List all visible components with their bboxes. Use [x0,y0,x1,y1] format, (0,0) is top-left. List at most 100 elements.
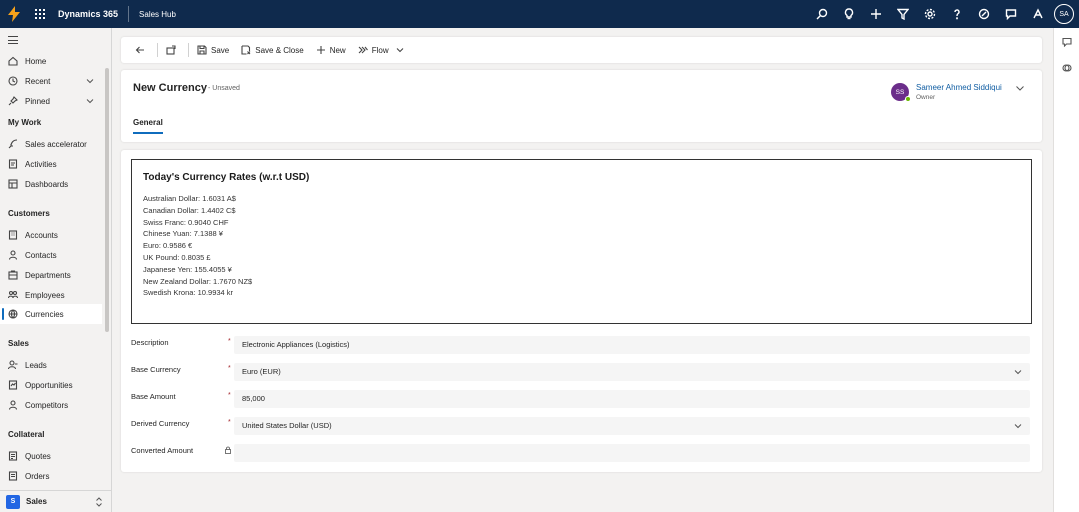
sidebar-item-label: Pinned [25,96,50,106]
chevron-down-icon[interactable] [86,97,94,105]
sidebar-item-sales-accelerator[interactable]: Sales accelerator [0,134,102,154]
rate-line: Euro: 0.9586 € [143,241,193,251]
description-label: Description [131,338,169,347]
sidebar-item-label: Leads [25,360,47,370]
rates-list: Australian Dollar: 1.6031 A$ Canadian Do… [143,193,252,299]
globe-icon [8,309,18,319]
sidebar-item-contacts[interactable]: Contacts [0,245,102,265]
app-launcher-icon[interactable] [28,0,52,28]
search-icon[interactable] [808,0,835,28]
quote-icon [8,451,18,461]
sidebar-item-label: Competitors [25,400,69,410]
owner-role-label: Owner [916,94,936,101]
description-field[interactable]: Electronic Appliances (Logistics) [234,336,1030,354]
help-icon[interactable] [943,0,970,28]
area-badge: S [6,494,20,509]
competitor-icon [8,400,18,410]
tab-general[interactable]: General [133,118,163,134]
rate-line: Chinese Yuan: 7.1388 ¥ [143,229,223,239]
building-icon [8,230,18,240]
right-side-pane [1053,28,1079,512]
order-icon [8,471,18,481]
base-currency-value: Euro (EUR) [242,367,281,376]
sidebar-item-label: Dashboards [25,179,69,189]
sidebar-section-title: Collateral [8,430,45,439]
sidebar-item-quotes[interactable]: Quotes [0,446,102,466]
back-arrow-icon [135,46,144,54]
rate-line: Australian Dollar: 1.6031 A$ [143,194,236,203]
divider [157,43,158,57]
sidebar-item-home[interactable]: Home [0,51,102,71]
back-button[interactable] [129,37,155,63]
rate-line: Canadian Dollar: 1.4402 C$ [143,205,236,215]
chevron-down-icon[interactable] [86,77,94,85]
base-currency-select[interactable]: Euro (EUR) [234,363,1030,381]
copilot-icon[interactable] [1024,0,1051,28]
area-switcher[interactable]: S Sales [0,490,111,512]
sidebar-item-employees[interactable]: Employees [0,285,102,305]
department-icon [8,270,18,280]
rate-line: Swiss Franc: 0.9040 CHF [143,217,229,227]
clock-icon [8,76,18,86]
user-avatar[interactable]: SA [1054,4,1074,24]
hub-name[interactable]: Sales Hub [139,10,176,19]
divider [128,6,130,22]
sidebar-item-label: Activities [25,159,57,169]
sidebar-item-orders[interactable]: Orders [0,466,102,486]
rates-title: Today's Currency Rates (w.r.t USD) [143,172,310,183]
remote-assistance-icon[interactable] [970,0,997,28]
conversation-icon[interactable] [1062,37,1072,48]
owner-name-link[interactable]: Sameer Ahmed Siddiqui [916,83,1002,92]
sidebar-item-opportunities[interactable]: Opportunities [0,375,102,395]
flow-label: Flow [371,45,389,55]
sidebar-item-label: Departments [25,270,71,280]
save-button[interactable]: Save [191,37,235,63]
open-new-window-button[interactable] [160,37,186,63]
sidebar-item-recent[interactable]: Recent [0,71,102,91]
sidebar-item-competitors[interactable]: Competitors [0,395,102,415]
sidebar-item-dashboards[interactable]: Dashboards [0,174,102,194]
save-icon [197,45,207,55]
dashboard-icon [8,179,18,189]
pin-icon [8,96,18,106]
filter-icon[interactable] [889,0,916,28]
rocket-icon [8,139,18,149]
sidebar-item-label: Orders [25,471,50,481]
derived-currency-select[interactable]: United States Dollar (USD) [234,417,1030,435]
sidebar-section-title: Customers [8,209,50,218]
top-bar: Dynamics 365 Sales Hub SA [0,0,1079,28]
app-name[interactable]: Dynamics 365 [58,9,118,19]
plus-icon[interactable] [862,0,889,28]
expand-header-chevron-icon[interactable] [1015,83,1025,93]
sidebar-item-currencies[interactable]: Currencies [0,304,102,324]
converted-amount-field [234,444,1030,462]
sidebar-item-pinned[interactable]: Pinned [0,91,102,111]
required-marker: * [228,365,231,372]
save-and-close-button[interactable]: Save & Close [235,37,309,63]
lock-icon [225,446,231,454]
save-status: - Unsaved [208,85,240,92]
base-amount-label: Base Amount [131,392,176,401]
sidebar-item-label: Employees [25,290,65,300]
gear-icon[interactable] [916,0,943,28]
sidebar-item-accounts[interactable]: Accounts [0,225,102,245]
lightbulb-icon[interactable] [835,0,862,28]
divider [188,43,189,57]
plus-icon [316,46,325,54]
copilot-pane-icon[interactable] [1062,63,1072,73]
required-marker: * [228,419,231,426]
converted-amount-label: Converted Amount [131,446,194,455]
base-amount-field[interactable]: 85,000 [234,390,1030,408]
sidebar-scrollbar[interactable] [105,68,109,332]
hamburger-menu-icon[interactable] [8,36,18,47]
opportunity-icon [8,380,18,390]
save-close-icon [241,45,251,55]
sidebar-item-departments[interactable]: Departments [0,265,102,285]
record-header: New Currency - Unsaved SS Sameer Ahmed S… [121,70,1042,142]
rate-line: Swedish Krona: 10.9934 kr [143,288,234,298]
sidebar-item-activities[interactable]: Activities [0,154,102,174]
new-button[interactable]: New [310,37,352,63]
chat-icon[interactable] [997,0,1024,28]
flow-button[interactable]: Flow [352,37,411,63]
sidebar-item-leads[interactable]: Leads [0,355,102,375]
